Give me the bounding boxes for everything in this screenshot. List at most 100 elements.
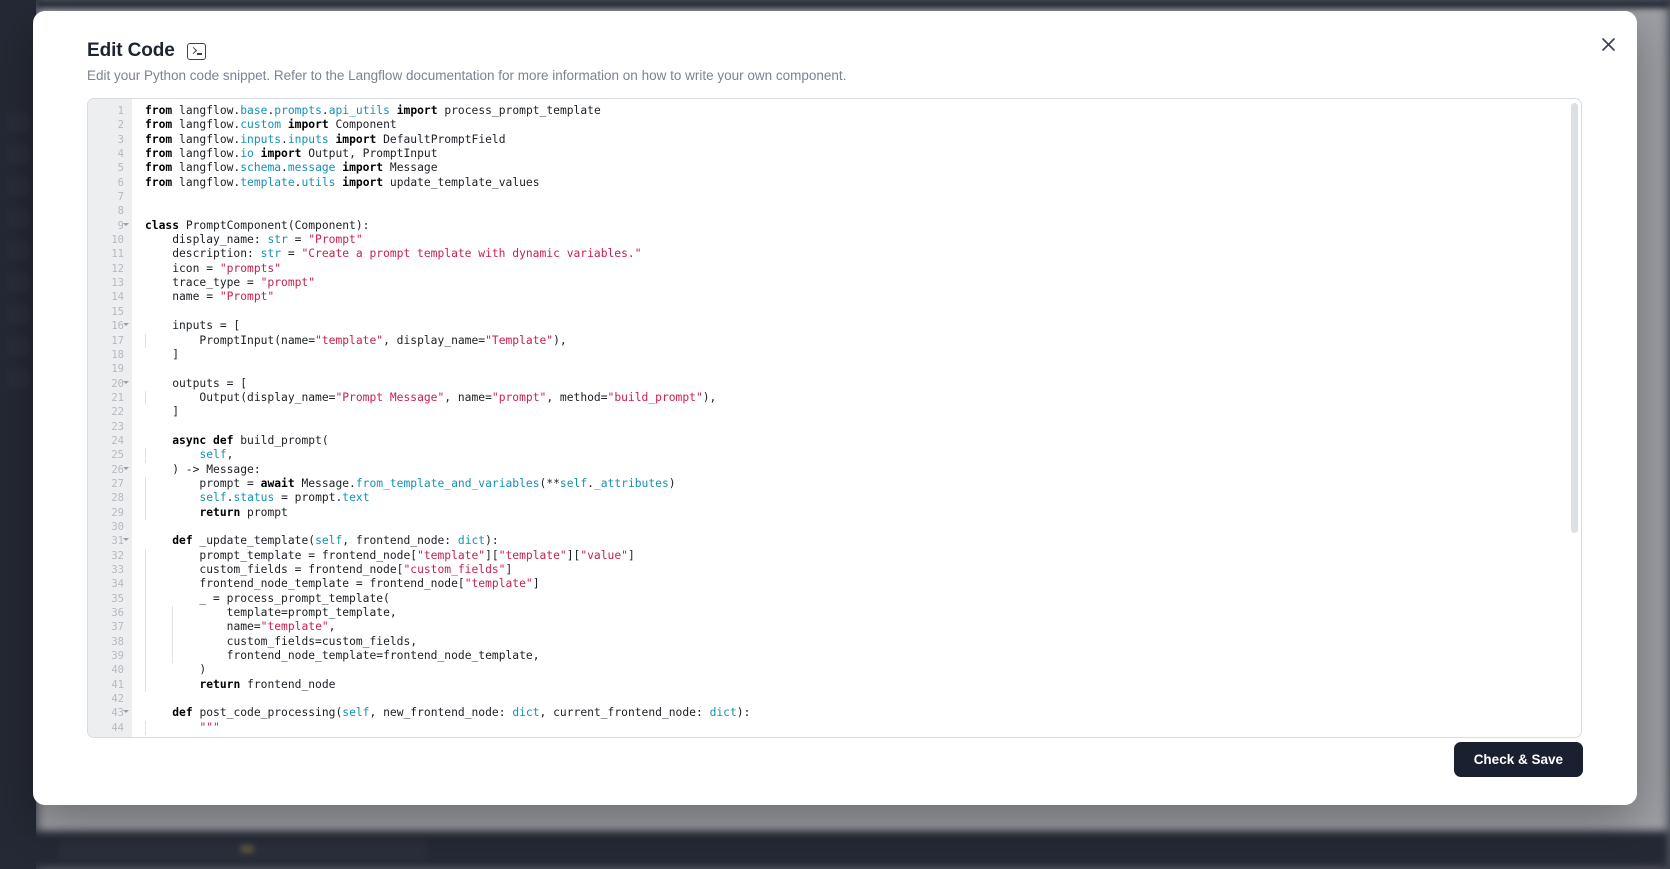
code-line[interactable]: description: str = "Create a prompt temp… xyxy=(132,247,1581,261)
code-token: utils xyxy=(301,175,336,189)
code-token: ) xyxy=(172,663,207,677)
fold-caret-icon[interactable] xyxy=(123,380,129,384)
code-line[interactable]: Output(display_name="Prompt Message", na… xyxy=(132,390,1581,406)
code-line[interactable] xyxy=(132,305,1581,319)
line-number: 40 xyxy=(111,664,124,677)
code-token: inputs = [ xyxy=(145,319,241,333)
code-line[interactable]: frontend_node_template=frontend_node_tem… xyxy=(132,649,1581,664)
code-line[interactable]: prompt = await Message.from_template_and… xyxy=(132,476,1581,492)
code-token: . xyxy=(281,132,288,146)
code-line[interactable]: from langflow.io import Output, PromptIn… xyxy=(132,147,1581,161)
code-token: from xyxy=(145,118,180,132)
code-token: icon = xyxy=(145,261,220,275)
code-token: Output, PromptInput xyxy=(301,147,438,161)
code-line[interactable]: class PromptComponent(Component): xyxy=(132,219,1581,233)
code-token: frontend_node_template=frontend_node_tem… xyxy=(199,649,540,663)
code-token: ][ xyxy=(566,548,581,562)
code-token: from xyxy=(145,161,180,175)
code-token: text xyxy=(342,491,370,505)
fold-caret-icon[interactable] xyxy=(123,222,129,226)
code-token: _attributes xyxy=(593,476,669,490)
code-token: Output(display_name= xyxy=(172,390,336,404)
code-token: langflow. xyxy=(179,147,241,161)
code-token: self xyxy=(342,706,370,720)
code-token: custom xyxy=(240,118,282,132)
code-line[interactable]: _ = process_prompt_template( xyxy=(132,591,1581,607)
code-line[interactable] xyxy=(132,190,1581,204)
code-line[interactable]: icon = "prompts" xyxy=(132,262,1581,276)
indent-guide xyxy=(145,390,173,406)
code-token: "template" xyxy=(417,548,486,562)
code-token: display_name: xyxy=(145,233,268,247)
indent-guide xyxy=(145,491,173,506)
line-number: 44 xyxy=(111,721,124,734)
code-token: template=prompt_template, xyxy=(199,606,397,620)
code-line[interactable]: from langflow.custom import Component xyxy=(132,118,1581,132)
code-line[interactable] xyxy=(132,520,1581,534)
code-line[interactable]: inputs = [ xyxy=(132,319,1581,333)
code-line[interactable]: ) -> Message: xyxy=(132,463,1581,477)
code-token: "template" xyxy=(315,333,384,347)
code-content[interactable]: from langflow.base.prompts.api_utils imp… xyxy=(132,99,1581,737)
code-token: PromptComponent(Component): xyxy=(185,218,370,232)
code-line[interactable]: prompt_template = frontend_node["templat… xyxy=(132,548,1581,563)
code-token: post_code_processing( xyxy=(199,706,343,720)
code-line[interactable]: trace_type = "prompt" xyxy=(132,276,1581,290)
code-line[interactable] xyxy=(132,420,1581,434)
code-token: = prompt. xyxy=(274,491,343,505)
code-line[interactable]: from langflow.inputs.inputs import Defau… xyxy=(132,133,1581,147)
code-line[interactable]: custom_fields = frontend_node["custom_fi… xyxy=(132,563,1581,578)
check-and-save-button[interactable]: Check & Save xyxy=(1453,742,1583,777)
code-token: import xyxy=(396,104,438,117)
code-line[interactable]: return prompt xyxy=(132,505,1581,520)
code-line[interactable]: ) xyxy=(132,663,1581,678)
code-token: inputs xyxy=(287,132,329,146)
code-token: status xyxy=(233,491,275,505)
code-line[interactable]: self, xyxy=(132,448,1581,463)
code-line[interactable]: name = "Prompt" xyxy=(132,290,1581,304)
code-token: return xyxy=(199,505,248,519)
code-line[interactable]: self.status = prompt.text xyxy=(132,491,1581,506)
code-line[interactable]: from langflow.schema.message import Mess… xyxy=(132,161,1581,175)
line-number: 8 xyxy=(117,205,124,218)
code-line[interactable]: """ xyxy=(132,720,1581,736)
code-line[interactable]: display_name: str = "Prompt" xyxy=(132,233,1581,247)
indent-guide xyxy=(145,606,173,621)
close-icon[interactable] xyxy=(1595,31,1621,57)
code-line[interactable]: async def build_prompt( xyxy=(132,434,1581,448)
code-line[interactable]: outputs = [ xyxy=(132,377,1581,391)
code-token: dict xyxy=(457,534,486,548)
code-line[interactable]: from langflow.template.utils import upda… xyxy=(132,176,1581,190)
fold-caret-icon[interactable] xyxy=(123,466,129,470)
code-line[interactable] xyxy=(132,692,1581,706)
code-editor[interactable]: 1 2 3 4 5 6 7 8 9 10 11 12 13 14 15 16 17 18 19 20 21 22 23 24 2… xyxy=(87,98,1582,738)
code-line[interactable]: name="template", xyxy=(132,620,1581,635)
code-line[interactable]: template=prompt_template, xyxy=(132,606,1581,621)
code-line[interactable]: from langflow.base.prompts.api_utils imp… xyxy=(132,104,1581,118)
code-line[interactable]: ] xyxy=(132,405,1581,419)
line-number: 1 xyxy=(117,105,124,117)
line-number: 31 xyxy=(88,534,132,548)
code-token: , method= xyxy=(546,390,608,404)
code-token: Component xyxy=(328,118,397,132)
line-number: 30 xyxy=(111,520,124,533)
code-line[interactable]: frontend_node_template = frontend_node["… xyxy=(132,577,1581,592)
indent-guide xyxy=(172,606,200,621)
code-line[interactable]: def post_code_processing(self, new_front… xyxy=(132,706,1581,720)
fold-caret-icon[interactable] xyxy=(123,710,129,714)
code-line[interactable]: ] xyxy=(132,348,1581,362)
code-line[interactable] xyxy=(132,204,1581,218)
code-line[interactable]: PromptInput(name="template", display_nam… xyxy=(132,333,1581,348)
line-number: 35 xyxy=(111,592,124,605)
fold-caret-icon[interactable] xyxy=(123,538,129,542)
fold-caret-icon[interactable] xyxy=(123,323,129,327)
code-line[interactable] xyxy=(132,362,1581,376)
code-line[interactable]: return frontend_node xyxy=(132,677,1581,693)
editor-vertical-scrollbar[interactable] xyxy=(1571,103,1578,533)
code-line[interactable]: custom_fields=custom_fields, xyxy=(132,634,1581,650)
line-number: 2 xyxy=(117,119,124,132)
code-line[interactable]: def _update_template(self, frontend_node… xyxy=(132,534,1581,548)
